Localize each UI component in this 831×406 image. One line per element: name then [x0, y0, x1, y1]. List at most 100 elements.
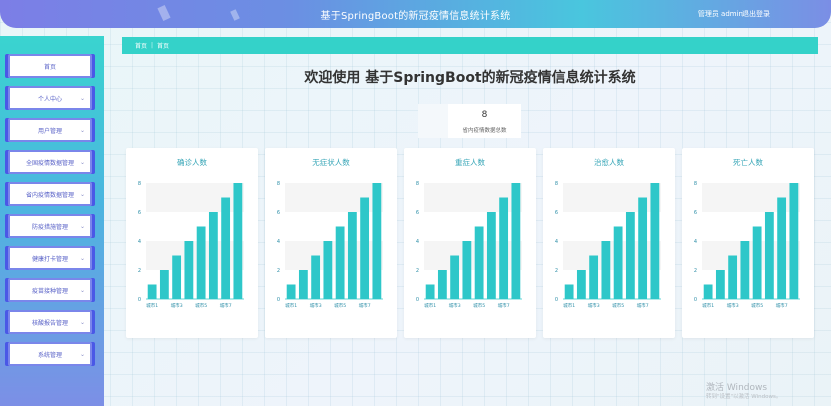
bar[interactable]	[511, 183, 521, 299]
x-tick-label: 城市5	[751, 302, 763, 309]
bar[interactable]	[196, 226, 206, 300]
bar[interactable]	[208, 212, 218, 299]
bar[interactable]	[576, 270, 586, 299]
bar[interactable]	[564, 284, 574, 300]
sidebar-item-label: 个人中心	[37, 95, 62, 103]
bar-chart: 0 2 4 6 8 城市1 城市3 城市5 城市7	[277, 181, 383, 309]
bar[interactable]	[335, 226, 345, 300]
bar[interactable]	[625, 212, 635, 299]
stat-card: 8 省内疫情数据总数	[418, 104, 521, 138]
y-tick-label: 0	[555, 297, 558, 303]
sidebar-item[interactable]: 疫苗接种管理 ⌄	[8, 278, 92, 302]
bar[interactable]	[233, 183, 243, 299]
x-tick-label: 城市7	[359, 302, 371, 309]
y-tick-label: 8	[138, 181, 141, 187]
bar[interactable]	[298, 270, 308, 299]
bar[interactable]	[323, 241, 333, 299]
sidebar-item[interactable]: 全国疫情数据管理 ⌄	[8, 150, 92, 174]
y-tick-label: 6	[416, 210, 419, 216]
chevron-down-icon: ⌄	[79, 319, 85, 326]
y-tick-label: 2	[555, 268, 558, 274]
sidebar-item[interactable]: 首页	[8, 54, 92, 78]
bar[interactable]	[589, 255, 599, 300]
sidebar-item[interactable]: 系统管理 ⌄	[8, 342, 92, 366]
chevron-down-icon: ⌄	[79, 191, 85, 198]
bar[interactable]	[172, 255, 182, 300]
y-tick-label: 8	[694, 181, 697, 187]
sidebar-item-label: 用户管理	[37, 127, 62, 135]
logout-link[interactable]: 退出登录	[742, 9, 770, 19]
bar[interactable]	[372, 183, 382, 299]
breadcrumb-home[interactable]: 首页	[135, 41, 147, 50]
x-tick-label: 城市5	[334, 302, 346, 309]
bar[interactable]	[425, 284, 435, 300]
x-tick-label: 城市5	[195, 302, 207, 309]
y-tick-label: 4	[277, 239, 280, 245]
sidebar-item[interactable]: 核酸报告管理 ⌄	[8, 310, 92, 334]
sidebar-item-label: 疫苗接种管理	[31, 287, 68, 295]
sidebar-item-label: 省内疫情数据管理	[25, 191, 74, 199]
bar[interactable]	[486, 212, 496, 299]
bar[interactable]	[777, 197, 787, 300]
y-tick-label: 8	[416, 181, 419, 187]
chart-card: 重症人数 0 2 4 6 8 城市1 城市3 城市5 城市7	[404, 148, 536, 338]
x-tick-label: 城市3	[310, 302, 322, 309]
sidebar-item[interactable]: 用户管理 ⌄	[8, 118, 92, 142]
y-tick-label: 2	[694, 268, 697, 274]
x-tick-label: 城市5	[473, 302, 485, 309]
sidebar-item[interactable]: 健康打卡管理 ⌄	[8, 246, 92, 270]
bar[interactable]	[728, 255, 738, 300]
bar[interactable]	[450, 255, 460, 300]
y-tick-label: 2	[138, 268, 141, 274]
x-tick-label: 城市3	[588, 302, 600, 309]
bar[interactable]	[752, 226, 762, 300]
bar[interactable]	[184, 241, 194, 299]
bar[interactable]	[462, 241, 472, 299]
y-tick-label: 0	[277, 297, 280, 303]
bar[interactable]	[650, 183, 660, 299]
bar[interactable]	[347, 212, 357, 299]
y-tick-label: 4	[694, 239, 697, 245]
y-tick-label: 0	[138, 297, 141, 303]
sidebar-item-label: 首页	[43, 63, 56, 71]
bar[interactable]	[311, 255, 321, 300]
bar-chart: 0 2 4 6 8 城市1 城市3 城市5 城市7	[138, 181, 244, 309]
sidebar: 首页 个人中心 ⌄ 用户管理 ⌄ 全国疫情数据管理 ⌄ 省内疫情数据管理 ⌄ 防疫措施管理 ⌄ 健康打…	[0, 36, 104, 406]
stat-icon	[418, 104, 448, 138]
bar[interactable]	[740, 241, 750, 299]
y-tick-label: 6	[555, 210, 558, 216]
y-tick-label: 8	[277, 181, 280, 187]
y-tick-label: 0	[694, 297, 697, 303]
bar[interactable]	[286, 284, 296, 300]
bar[interactable]	[789, 183, 799, 299]
bar[interactable]	[159, 270, 169, 299]
sidebar-item-label: 健康打卡管理	[31, 255, 68, 263]
bar[interactable]	[474, 226, 484, 300]
y-tick-label: 6	[694, 210, 697, 216]
breadcrumb-current: 首页	[157, 43, 170, 50]
bar[interactable]	[638, 197, 648, 300]
bar[interactable]	[437, 270, 447, 299]
bar[interactable]	[715, 270, 725, 299]
sidebar-item-label: 核酸报告管理	[31, 319, 68, 327]
sidebar-item[interactable]: 个人中心 ⌄	[8, 86, 92, 110]
chevron-down-icon: ⌄	[79, 127, 85, 134]
bar[interactable]	[221, 197, 231, 300]
y-tick-label: 2	[277, 268, 280, 274]
x-tick-label: 城市5	[612, 302, 624, 309]
bar[interactable]	[703, 284, 713, 300]
y-tick-label: 6	[138, 210, 141, 216]
sidebar-item[interactable]: 省内疫情数据管理 ⌄	[8, 182, 92, 206]
y-tick-label: 4	[416, 239, 419, 245]
bar[interactable]	[601, 241, 611, 299]
y-tick-label: 4	[138, 239, 141, 245]
sidebar-item[interactable]: 防疫措施管理 ⌄	[8, 214, 92, 238]
bar[interactable]	[764, 212, 774, 299]
bar-chart: 0 2 4 6 8 城市1 城市3 城市5 城市7	[694, 181, 800, 309]
y-tick-label: 8	[555, 181, 558, 187]
activation-watermark-subtitle: 转到"设置"以激活 Windows。	[706, 394, 782, 400]
bar[interactable]	[360, 197, 370, 300]
bar[interactable]	[499, 197, 509, 300]
bar[interactable]	[613, 226, 623, 300]
bar[interactable]	[147, 284, 157, 300]
